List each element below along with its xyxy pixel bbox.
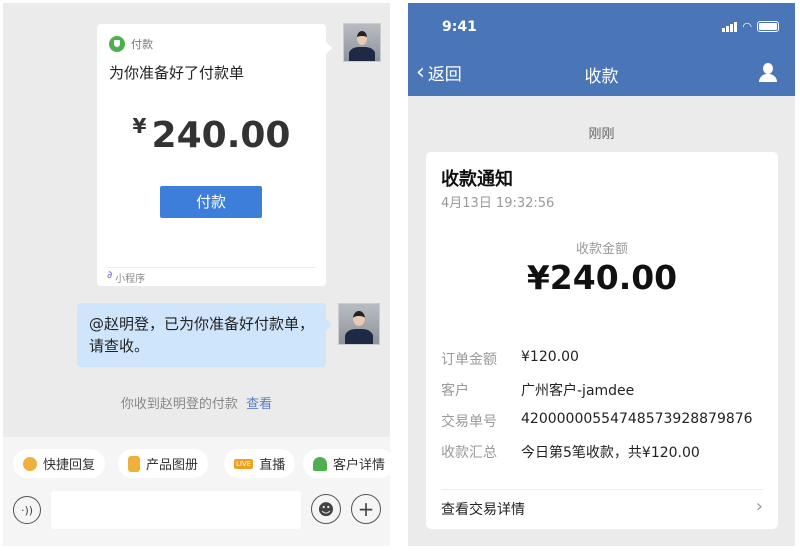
mini-program-label: 小程序	[115, 274, 146, 285]
divider	[107, 267, 316, 268]
battery-icon	[757, 21, 779, 32]
catalog-icon	[128, 455, 140, 472]
mini-program-icon: ∂	[107, 270, 113, 281]
nav-header: 9:41 ◠ ‹ 返回 收款	[408, 3, 795, 96]
chevron-right-icon: ›	[755, 496, 763, 517]
row-value: 今日第5笔收款，共¥120.00	[521, 445, 700, 461]
row-transaction-id: 交易单号 42000000554748573928879876	[441, 411, 753, 431]
card-title: 为你准备好了付款单	[109, 64, 245, 82]
page-title: 收款	[584, 67, 619, 87]
row-value: 42000000554748573928879876	[521, 411, 753, 427]
payment-notice-row: 你收到赵明登的付款 查看	[3, 393, 390, 412]
row-value: 广州客户-jamdee	[521, 383, 635, 399]
card-amount-row: ¥ 240.00	[97, 114, 326, 156]
chip-label: 客户详情	[333, 458, 386, 473]
view-details-label: 查看交易详情	[441, 502, 525, 518]
payment-card[interactable]: 付款 为你准备好了付款单 ¥ 240.00 付款 ∂ 小程序	[97, 24, 332, 286]
card-datetime: 4月13日 19:32:56	[441, 196, 555, 211]
emoji-button[interactable]: ☻	[311, 494, 341, 524]
currency-symbol: ¥	[132, 114, 147, 138]
amount-label: 收款金额	[575, 242, 628, 257]
avatar[interactable]	[343, 23, 381, 62]
message-input[interactable]	[51, 491, 301, 529]
view-link[interactable]: 查看	[246, 397, 272, 412]
row-summary: 收款汇总 今日第5笔收款，共¥120.00	[441, 442, 700, 462]
divider	[441, 489, 763, 490]
row-key: 客户	[441, 383, 469, 399]
avatar[interactable]	[338, 303, 380, 345]
message-bubble: @赵明登，已为你准备好付款单，请查收。	[77, 303, 332, 367]
customer-icon	[313, 456, 327, 471]
row-key: 订单金额	[441, 352, 497, 368]
input-area: 快捷回复 产品图册 LIVE 直播 客户详情 ·)) ☻ +	[3, 437, 390, 546]
chat-panel: 付款 为你准备好了付款单 ¥ 240.00 付款 ∂ 小程序 @赵明登，已为你准…	[3, 3, 390, 546]
customer-detail-chip[interactable]: 客户详情	[303, 449, 390, 478]
card-amount: 240.00	[151, 115, 291, 156]
signal-icon	[722, 22, 738, 32]
chip-label: 快捷回复	[43, 458, 96, 473]
wifi-icon: ◠	[742, 20, 752, 33]
card-source-row: 付款	[109, 36, 153, 52]
payment-notice: 你收到赵明登的付款	[120, 397, 238, 412]
live-icon: LIVE	[234, 458, 254, 469]
quick-reply-chip[interactable]: 快捷回复	[13, 449, 106, 478]
pay-button[interactable]: 付款	[160, 186, 262, 218]
status-time: 9:41	[442, 19, 477, 35]
voice-button[interactable]: ·))	[13, 496, 41, 524]
card-title: 收款通知	[441, 169, 513, 190]
row-order-amount: 订单金额 ¥120.00	[441, 349, 579, 369]
row-customer: 客户 广州客户-jamdee	[441, 380, 634, 400]
quick-reply-icon	[23, 456, 37, 471]
time-label: 刚刚	[588, 127, 615, 142]
chip-label: 直播	[259, 458, 286, 473]
mini-program-row: ∂ 小程序	[107, 270, 145, 285]
plus-button[interactable]: +	[351, 494, 381, 524]
view-details-link[interactable]: 查看交易详情 ›	[441, 496, 763, 519]
receipt-amount: ¥240.00	[526, 258, 678, 297]
user-icon[interactable]	[759, 63, 777, 82]
live-chip[interactable]: LIVE 直播	[224, 449, 296, 478]
status-icons: ◠	[722, 21, 779, 32]
catalog-chip[interactable]: 产品图册	[118, 449, 209, 478]
card-source: 付款	[131, 38, 153, 51]
row-key: 交易单号	[441, 414, 497, 430]
row-value: ¥120.00	[521, 349, 579, 365]
row-key: 收款汇总	[441, 445, 497, 461]
receipt-panel: 9:41 ◠ ‹ 返回 收款 刚刚 收款通知 4月13日 19:32:56 收款金…	[408, 3, 795, 546]
payment-shield-icon	[109, 36, 125, 52]
receipt-card: 收款通知 4月13日 19:32:56 收款金额 ¥240.00 订单金额 ¥12…	[426, 152, 778, 529]
chip-label: 产品图册	[146, 458, 199, 473]
